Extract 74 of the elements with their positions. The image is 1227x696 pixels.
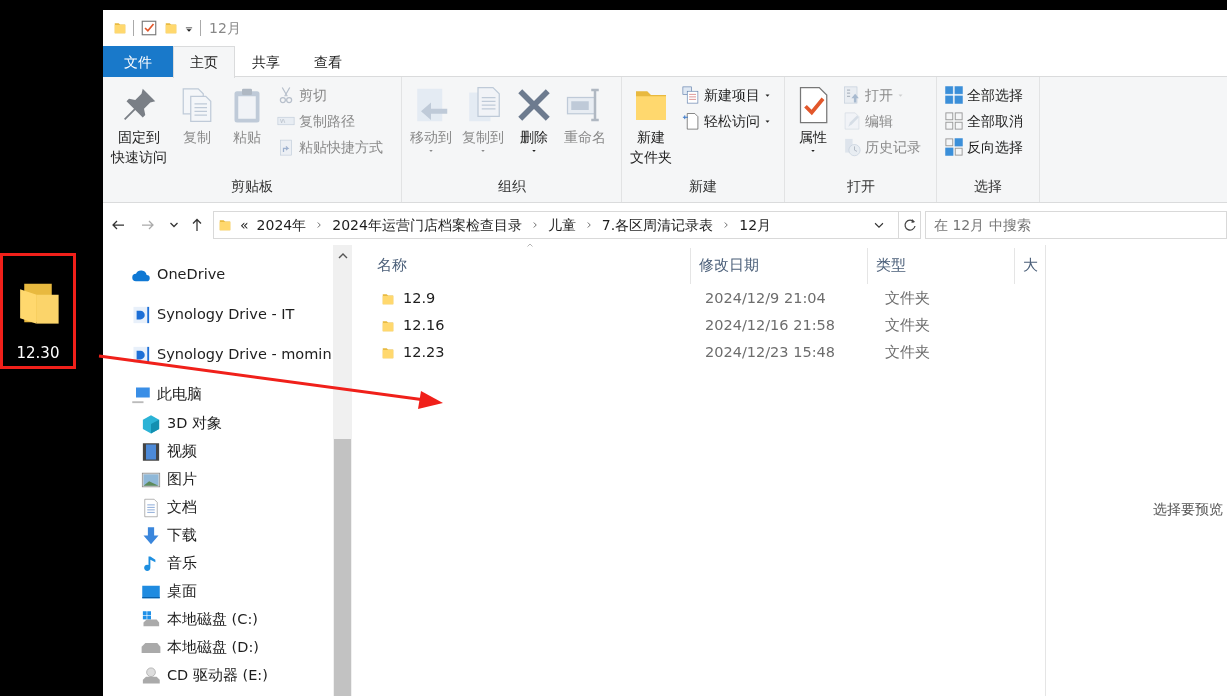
- download-icon: [141, 526, 161, 546]
- nav-item[interactable]: 本地磁盘 (D:): [141, 634, 259, 662]
- ribbon-button[interactable]: 删除: [510, 81, 558, 176]
- column-header[interactable]: 修改日期: [691, 248, 868, 284]
- table-cell-text: 文件夹: [884, 315, 931, 335]
- nav-item[interactable]: 下载: [141, 522, 197, 550]
- nav-item[interactable]: 音乐: [141, 550, 197, 578]
- ribbon-button[interactable]: 轻松访问: [678, 109, 775, 133]
- preview-message: 选择要预览: [1153, 500, 1223, 519]
- ribbon-button[interactable]: 新建 文件夹: [626, 81, 676, 176]
- path-overflow[interactable]: «: [240, 214, 249, 236]
- ribbon-button[interactable]: 反向选择: [941, 135, 1026, 159]
- address-bar[interactable]: « 2024年 2024年运营门店档案检查目录 儿童 7.各区周清记录表 12月: [213, 211, 921, 239]
- breadcrumb[interactable]: 儿童: [547, 214, 576, 236]
- nav-item[interactable]: 桌面: [141, 578, 197, 606]
- column-header[interactable]: 类型: [867, 248, 1016, 284]
- breadcrumb[interactable]: 2024年运营门店档案检查目录: [332, 214, 522, 236]
- file-menu-button[interactable]: 文件: [103, 46, 173, 77]
- ribbon-tab[interactable]: 共享: [235, 46, 297, 77]
- column-header[interactable]: 大: [1015, 248, 1045, 284]
- table-cell-text: 文件夹: [884, 288, 931, 308]
- drive-logo-icon: [131, 305, 151, 325]
- group-label: 选择: [973, 177, 1003, 196]
- grid-icon: [944, 137, 964, 157]
- pencil-document-icon: [842, 111, 862, 131]
- group-label: 打开: [845, 177, 876, 196]
- column-header[interactable]: 名称: [369, 248, 692, 284]
- ribbon-tab[interactable]: 查看: [297, 46, 359, 77]
- ribbon-button[interactable]: 属性: [789, 81, 837, 176]
- nav-item[interactable]: 视频: [141, 438, 197, 466]
- table-cell-text: 文件夹: [884, 342, 931, 362]
- document-icon: [141, 498, 161, 518]
- ribbon-button[interactable]: 全部选择: [941, 83, 1026, 107]
- computer-icon: [131, 385, 151, 405]
- clock-icon: [842, 137, 862, 157]
- ribbon-button[interactable]: 全部取消: [941, 109, 1026, 133]
- picture-icon: [141, 470, 161, 490]
- ribbon-button[interactable]: 固定到 快速访问: [107, 81, 171, 176]
- nav-item[interactable]: CD 驱动器 (E:): [141, 662, 268, 690]
- nav-item[interactable]: 本地磁盘 (C:): [141, 606, 258, 634]
- breadcrumb[interactable]: 7.各区周清记录表: [601, 214, 714, 236]
- nav-item[interactable]: 此电脑: [131, 380, 202, 410]
- nav-item[interactable]: 文档: [141, 494, 197, 522]
- scrollbar[interactable]: [333, 245, 352, 696]
- window-title: 12月: [209, 18, 241, 38]
- breadcrumb[interactable]: 2024年: [256, 214, 307, 236]
- nav-item[interactable]: Synology Drive - IT: [131, 300, 295, 330]
- group-label: 新建: [688, 177, 718, 196]
- group-label: 组织: [496, 177, 527, 196]
- file-name[interactable]: 12.16: [403, 314, 445, 337]
- nav-item[interactable]: 3D 对象: [141, 410, 222, 438]
- cube-icon: [141, 414, 161, 434]
- nav-item[interactable]: OneDrive: [131, 260, 226, 290]
- group-label: 剪贴板: [230, 177, 274, 196]
- table-cell-text: 2024/12/16 21:58: [704, 315, 836, 335]
- file-name[interactable]: 12.9: [403, 287, 436, 310]
- scroll-thumb[interactable]: [334, 439, 351, 696]
- nav-item[interactable]: 图片: [141, 466, 197, 494]
- checkmark-document-icon[interactable]: [140, 19, 158, 37]
- table-cell-text: 2024/12/9 21:04: [704, 288, 827, 308]
- film-icon: [141, 442, 161, 462]
- document-icon: [681, 111, 701, 131]
- grid-icon: [944, 85, 964, 105]
- file-name[interactable]: 12.23: [403, 341, 445, 364]
- grid-icon: [944, 111, 964, 131]
- documents-icon: [681, 85, 701, 105]
- search-field[interactable]: 在 12月 中搜索: [925, 211, 1227, 239]
- table-cell-text: 2024/12/23 15:48: [704, 342, 836, 362]
- nav-item[interactable]: Synology Drive - momin: [131, 340, 332, 370]
- breadcrumb[interactable]: 12月: [739, 214, 772, 236]
- folder-icon: [113, 20, 127, 36]
- ribbon-tab[interactable]: 主页: [173, 46, 235, 78]
- folder-label: 12.30: [16, 343, 60, 364]
- ribbon-button[interactable]: 新建项目: [678, 83, 775, 107]
